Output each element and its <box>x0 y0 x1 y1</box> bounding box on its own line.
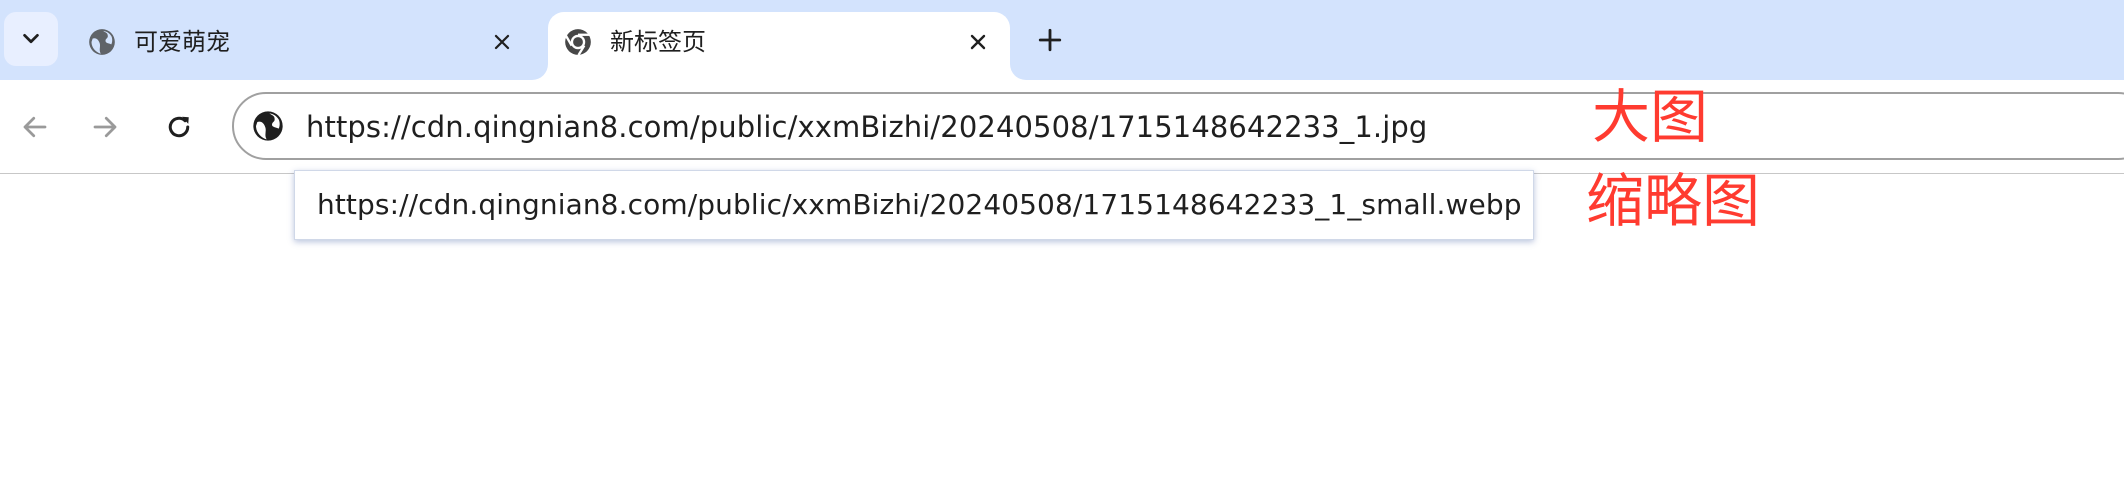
annotation-thumbnail: 缩略图 <box>1586 167 1761 235</box>
forward-button[interactable] <box>82 104 128 150</box>
tab-close-button[interactable] <box>486 26 518 58</box>
reload-icon <box>168 116 190 138</box>
close-icon <box>970 34 986 50</box>
tab-pets[interactable]: 可爱萌宠 <box>70 12 526 80</box>
address-bar[interactable]: https://cdn.qingnian8.com/public/xxmBizh… <box>232 92 2124 160</box>
globe-icon[interactable] <box>252 110 284 142</box>
toolbar: https://cdn.qingnian8.com/public/xxmBizh… <box>0 80 2124 174</box>
tab-close-button[interactable] <box>962 26 994 58</box>
back-button[interactable] <box>12 104 58 150</box>
close-icon <box>494 34 510 50</box>
new-tab-button[interactable] <box>1030 20 1070 60</box>
forward-arrow-icon <box>93 116 117 138</box>
tab-strip: 可爱萌宠 新标签页 <box>0 0 2124 80</box>
address-bar-url[interactable]: https://cdn.qingnian8.com/public/xxmBizh… <box>306 109 1427 145</box>
reload-button[interactable] <box>156 104 202 150</box>
back-arrow-icon <box>23 116 47 138</box>
tab-search-button[interactable] <box>4 12 58 66</box>
tab-title: 新标签页 <box>610 28 706 56</box>
browser-window: 可爱萌宠 新标签页 https://cdn.qingnian8.com/publ… <box>0 0 2124 484</box>
chrome-icon <box>564 29 591 56</box>
globe-icon <box>89 29 115 55</box>
suggestion-url[interactable]: https://cdn.qingnian8.com/public/xxmBizh… <box>317 187 1522 223</box>
url-suggestion-item[interactable]: https://cdn.qingnian8.com/public/xxmBizh… <box>294 170 1534 240</box>
chevron-down-icon <box>23 33 39 44</box>
tab-new-tab[interactable]: 新标签页 <box>548 12 1010 80</box>
annotation-large-image: 大图 <box>1592 83 1709 151</box>
plus-icon <box>1038 28 1062 52</box>
tab-title: 可爱萌宠 <box>134 28 230 56</box>
